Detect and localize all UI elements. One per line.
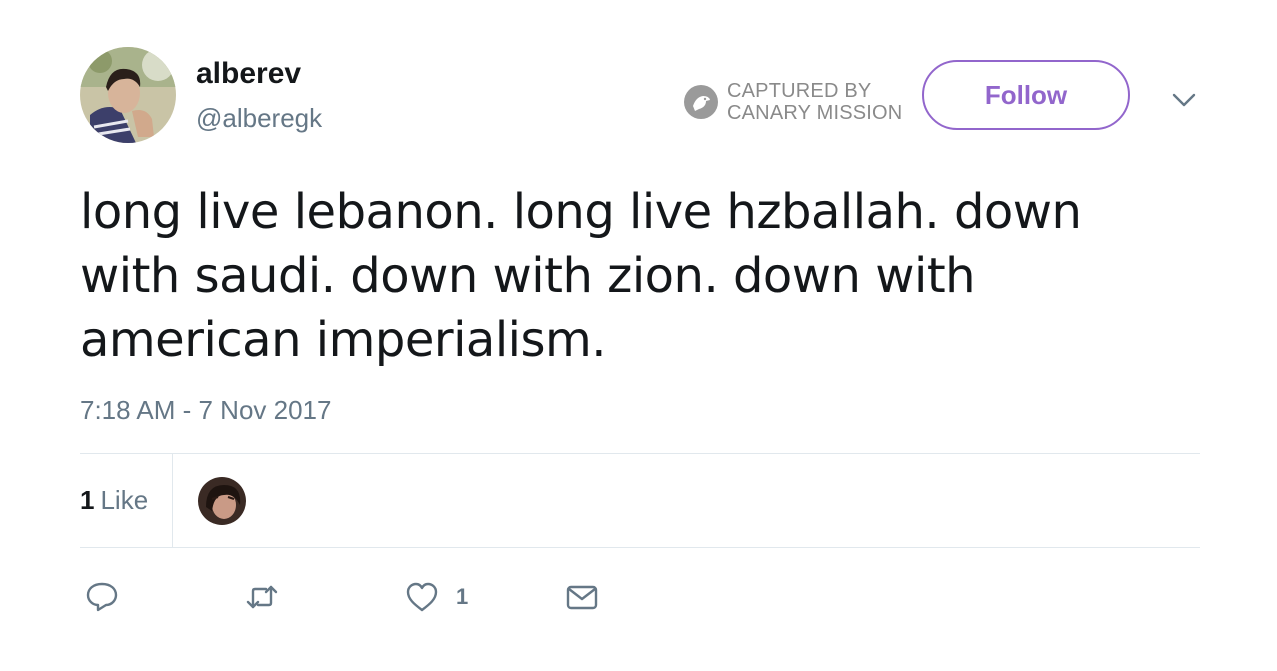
like-button[interactable]: 1 [404, 578, 468, 616]
stats-divider-bottom [80, 547, 1200, 548]
heart-icon [406, 582, 438, 612]
reply-button[interactable] [84, 578, 120, 616]
author-display-name[interactable]: alberev [196, 56, 301, 92]
envelope-icon [566, 585, 598, 610]
retweet-button[interactable] [244, 578, 280, 616]
likes-stat[interactable]: 1 Like [80, 484, 148, 516]
stats-separator [172, 454, 173, 547]
author-avatar[interactable] [80, 47, 176, 143]
likes-label: Like [100, 485, 149, 515]
likes-count: 1 [80, 485, 95, 515]
author-handle[interactable]: @alberegk [196, 102, 322, 134]
liker-avatar[interactable] [198, 477, 246, 525]
follow-button[interactable]: Follow [922, 60, 1130, 130]
retweet-icon [246, 585, 278, 609]
like-action-count: 1 [456, 584, 469, 609]
reply-icon [86, 582, 118, 612]
direct-message-button[interactable] [564, 578, 600, 616]
chevron-down-icon[interactable] [1168, 84, 1200, 116]
tweet-text: long live lebanon. long live hzballah. d… [80, 184, 1082, 368]
canary-bird-icon [684, 85, 718, 119]
capture-watermark: CAPTURED BY CANARY MISSION [684, 80, 902, 124]
watermark-line-2: CANARY MISSION [727, 102, 903, 124]
stats-divider-top [80, 453, 1200, 454]
watermark-line-1: CAPTURED BY [727, 80, 872, 102]
tweet-timestamp[interactable]: 7:18 AM - 7 Nov 2017 [80, 394, 331, 426]
